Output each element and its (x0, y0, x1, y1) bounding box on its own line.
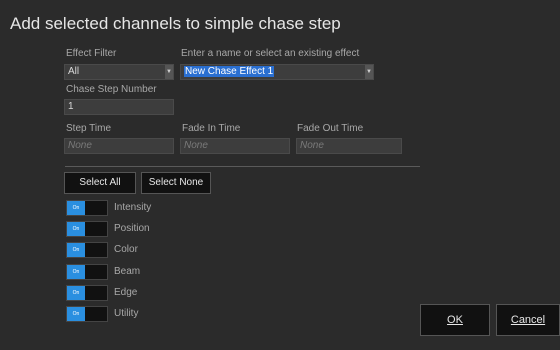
dialog-title: Add selected channels to simple chase st… (10, 14, 341, 33)
fade-out-label: Fade Out Time (297, 123, 364, 134)
utility-toggle[interactable]: On (66, 306, 108, 322)
chase-step-input[interactable]: 1 (64, 99, 174, 115)
position-toggle[interactable]: On (66, 221, 108, 237)
effect-filter-label: Effect Filter (66, 48, 117, 59)
fade-in-label: Fade In Time (182, 123, 241, 134)
fade-in-input[interactable]: None (180, 138, 290, 154)
step-time-input[interactable]: None (64, 138, 174, 154)
divider (65, 166, 420, 167)
beam-toggle[interactable]: On (66, 264, 108, 280)
effect-filter-select[interactable]: All ▼ (64, 64, 174, 80)
cancel-label: Cancel (510, 314, 546, 326)
select-none-button[interactable]: Select None (141, 172, 211, 194)
select-all-button[interactable]: Select All (64, 172, 136, 194)
ok-button[interactable]: OK (420, 304, 490, 336)
effect-filter-value: All (68, 66, 80, 77)
effect-name-label: Enter a name or select an existing effec… (181, 48, 360, 59)
chevron-down-icon: ▼ (165, 65, 173, 79)
ok-label: OK (447, 314, 463, 326)
intensity-label: Intensity (114, 202, 152, 213)
chase-step-label: Chase Step Number (66, 84, 157, 95)
beam-label: Beam (114, 266, 141, 277)
cancel-button[interactable]: Cancel (496, 304, 560, 336)
position-label: Position (114, 223, 150, 234)
edge-label: Edge (114, 287, 138, 298)
utility-label: Utility (114, 308, 139, 319)
edge-toggle[interactable]: On (66, 285, 108, 301)
effect-name-combo[interactable]: New Chase Effect 1 ▼ (180, 64, 374, 80)
step-time-label: Step Time (66, 123, 112, 134)
color-toggle[interactable]: On (66, 242, 108, 258)
color-label: Color (114, 244, 138, 255)
intensity-toggle[interactable]: On (66, 200, 108, 216)
effect-name-value: New Chase Effect 1 (184, 66, 275, 77)
fade-out-input[interactable]: None (296, 138, 402, 154)
chevron-down-icon: ▼ (365, 65, 373, 79)
